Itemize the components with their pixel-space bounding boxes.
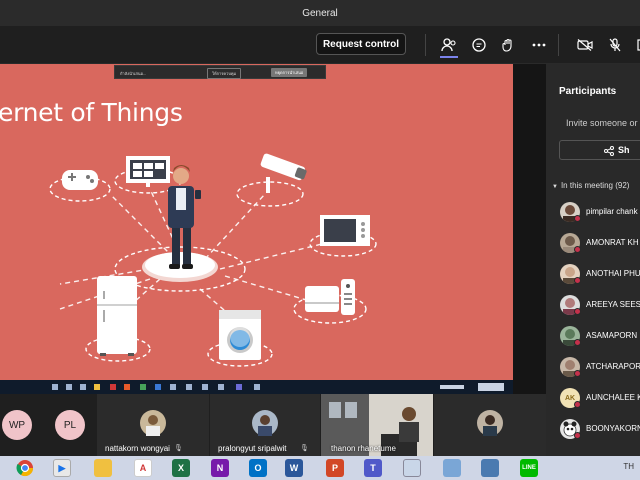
tile-name: nattakorn wongyai (105, 444, 170, 453)
participant-tile-nattakorn[interactable]: nattakorn wongyai 🎙 (97, 394, 209, 456)
toolbar-divider-2 (558, 34, 559, 56)
person-figure (168, 165, 201, 269)
paint-icon[interactable] (94, 459, 112, 477)
powerpoint-icon[interactable]: P (326, 459, 344, 477)
status-dot (574, 401, 581, 408)
tile-name: thanon rhanetume (331, 444, 396, 453)
status-dot (574, 246, 581, 253)
more-actions-icon[interactable] (528, 35, 550, 55)
request-control-button[interactable]: Request control (316, 33, 406, 55)
participant-name: ANOTHAI PHU (586, 269, 640, 278)
status-dot (574, 432, 581, 439)
participant-name: AUNCHALEE K (586, 393, 640, 402)
share-invite-label: Sh (618, 145, 630, 155)
photos-icon[interactable] (443, 459, 461, 477)
reactions-icon[interactable] (497, 35, 519, 55)
tile-name: pralongyut sripalwit (218, 444, 287, 453)
participant-row[interactable]: ASAMAPORN (560, 326, 640, 346)
mic-muted-icon: 🎙 (174, 445, 183, 452)
status-dot (574, 339, 581, 346)
participant-name: pimpilar chank (586, 207, 638, 216)
participants-panel: Participants Invite someone or d Sh ▼ In … (546, 64, 640, 456)
tile-initials: WP (8, 419, 26, 431)
language-indicator[interactable]: TH (623, 462, 634, 471)
window-title: General (302, 7, 338, 19)
status-dot (574, 215, 581, 222)
control-panel-icon[interactable] (403, 459, 421, 477)
participant-tile-pl[interactable]: PL (55, 410, 85, 440)
participant-tile-wp[interactable]: WP (2, 410, 32, 440)
status-dot (574, 370, 581, 377)
network-icon[interactable] (481, 459, 499, 477)
share-icon (604, 146, 614, 156)
tile-initials: PL (63, 419, 77, 431)
participant-row[interactable]: ANOTHAI PHU (560, 264, 640, 284)
collapse-chevron-icon: ▼ (552, 184, 558, 190)
share-invite-button[interactable]: Sh (559, 140, 640, 160)
participant-row[interactable]: AREEYA SEESC (560, 295, 640, 315)
in-meeting-header[interactable]: ▼ In this meeting (92) (552, 181, 629, 190)
onenote-icon[interactable]: N (211, 459, 229, 477)
participants-icon[interactable] (438, 35, 460, 55)
meeting-toolbar: Request control (0, 26, 640, 64)
participant-photo (140, 410, 166, 436)
windows-taskbar: ▶ A X N O W P T LINE TH (0, 456, 640, 480)
participant-name: AMONRAT KH (586, 238, 639, 247)
line-icon[interactable]: LINE (520, 459, 538, 477)
status-dot (574, 308, 581, 315)
participant-name: BOONYAKORN (586, 424, 640, 433)
participant-row[interactable]: BOONYAKORN (560, 419, 640, 439)
participant-photo (252, 410, 278, 436)
invite-input[interactable]: Invite someone or d (566, 118, 640, 128)
video-strip: WP PL nattakorn wongyai 🎙 pralongyut sri… (0, 394, 546, 456)
acrobat-icon[interactable]: A (134, 459, 152, 477)
iot-illustration (49, 153, 377, 367)
participant-row[interactable]: AK AUNCHALEE K (560, 388, 640, 408)
participant-name: AREEYA SEESC (586, 300, 640, 309)
share-tray-icon[interactable] (630, 35, 640, 55)
outlook-icon[interactable]: O (249, 459, 267, 477)
participant-row[interactable]: pimpilar chank (560, 202, 640, 222)
word-icon[interactable]: W (285, 459, 303, 477)
teams-icon[interactable]: T (364, 459, 382, 477)
chat-icon[interactable] (468, 35, 490, 55)
participants-title: Participants (559, 86, 617, 97)
mic-muted-icon: 🎙 (300, 445, 309, 452)
presentation-slide: กำลังนำเสนอ... ให้การควบคุม หยุดการนำเสน… (0, 64, 513, 380)
window-titlebar: General (0, 0, 640, 26)
toolbar-divider (425, 34, 426, 56)
participant-name: ATCHARAPOR (586, 362, 640, 371)
participants-active-underline (440, 56, 458, 58)
participant-name: ASAMAPORN (586, 331, 638, 340)
camera-off-icon[interactable] (574, 35, 596, 55)
participant-tile-unnamed[interactable] (434, 394, 546, 456)
in-meeting-label: In this meeting (92) (560, 181, 630, 190)
chrome-icon[interactable] (16, 459, 34, 477)
participant-tile-pralongyut[interactable]: pralongyut sripalwit 🎙 (210, 394, 320, 456)
status-dot (574, 277, 581, 284)
participant-photo (477, 410, 503, 436)
shared-screen-taskbar (0, 380, 513, 394)
mic-off-icon[interactable] (604, 35, 626, 55)
excel-icon[interactable]: X (172, 459, 190, 477)
participant-row[interactable]: AMONRAT KH (560, 233, 640, 253)
shared-screen: กำลังนำเสนอ... ให้การควบคุม หยุดการนำเสน… (0, 64, 546, 394)
participant-row[interactable]: ATCHARAPOR (560, 357, 640, 377)
participant-tile-thanon[interactable]: thanon rhanetume (321, 394, 433, 456)
media-player-icon[interactable]: ▶ (53, 459, 71, 477)
avatar-initials: AK (564, 394, 576, 402)
